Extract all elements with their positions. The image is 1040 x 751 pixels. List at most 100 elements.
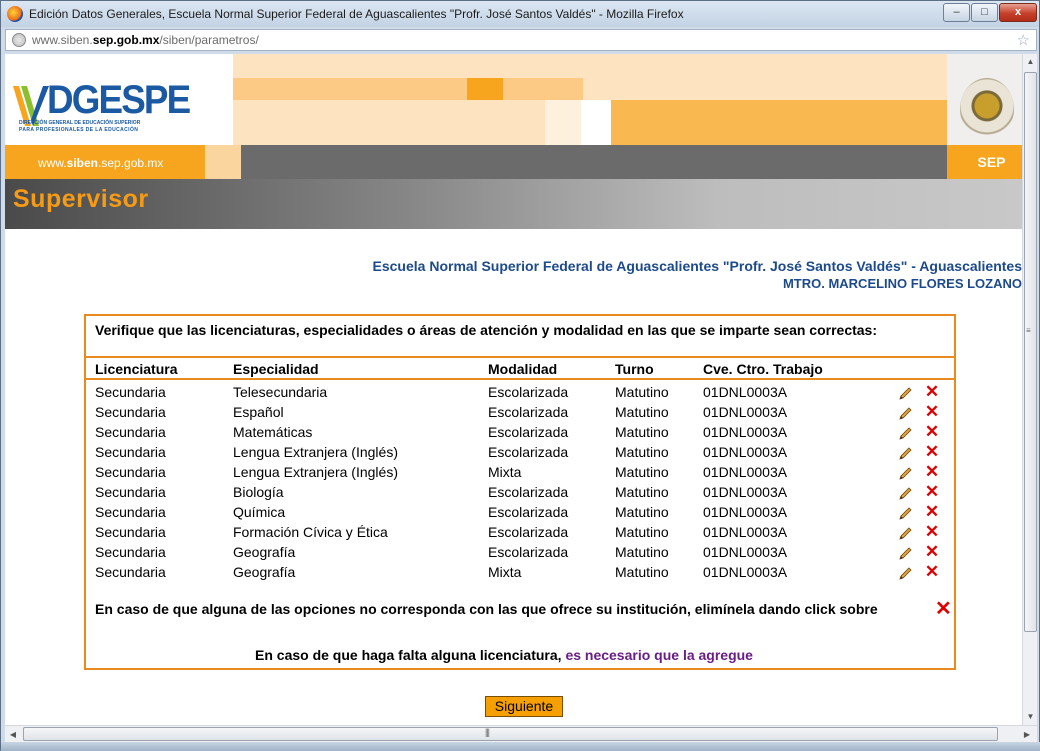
edit-pencil-icon[interactable]: [897, 426, 913, 442]
cell-especialidad: Lengua Extranjera (Inglés): [233, 444, 398, 460]
scroll-down-icon[interactable]: ▼: [1023, 709, 1038, 725]
cell-turno: Matutino: [615, 564, 669, 580]
scroll-up-icon[interactable]: ▲: [1023, 54, 1038, 70]
site-link-suffix: .sep.gob.mx: [98, 156, 164, 170]
cell-licenciatura: Secundaria: [95, 544, 166, 560]
cell-modalidad: Escolarizada: [488, 504, 569, 520]
section-title: Supervisor: [13, 185, 149, 213]
sep-label: SEP: [947, 145, 1022, 179]
delete-x-icon[interactable]: ✕: [924, 523, 940, 540]
cell-especialidad: Español: [233, 404, 284, 420]
cell-licenciatura: Secundaria: [95, 444, 166, 460]
horizontal-scroll-thumb[interactable]: [23, 727, 998, 741]
cell-turno: Matutino: [615, 444, 669, 460]
delete-note: En caso de que alguna de las opciones no…: [95, 601, 878, 617]
cell-cve: 01DNL0003A: [703, 404, 788, 420]
delete-x-icon[interactable]: ✕: [924, 443, 940, 460]
site-link-bold: siben: [66, 156, 99, 170]
cell-modalidad: Escolarizada: [488, 444, 569, 460]
minimize-button[interactable]: –: [943, 3, 970, 22]
window-title: Edición Datos Generales, Escuela Normal …: [29, 7, 684, 21]
delete-x-icon[interactable]: ✕: [924, 423, 940, 440]
column-header-modalidad: Modalidad: [488, 361, 558, 377]
delete-x-icon[interactable]: ✕: [924, 543, 940, 560]
logo-text: DGESPE: [47, 78, 191, 122]
cell-turno: Matutino: [615, 404, 669, 420]
add-program-link[interactable]: es necesario que la agregue: [565, 647, 753, 663]
cell-cve: 01DNL0003A: [703, 384, 788, 400]
edit-pencil-icon[interactable]: [897, 466, 913, 482]
next-button[interactable]: Siguiente: [485, 696, 563, 717]
cell-turno: Matutino: [615, 464, 669, 480]
add-note: En caso de que haga falta alguna licenci…: [255, 647, 753, 663]
banner-band: [233, 100, 545, 145]
cell-licenciatura: Secundaria: [95, 504, 166, 520]
edit-pencil-icon[interactable]: [897, 526, 913, 542]
table-row: Secundaria Química Escolarizada Matutino 01D…: [86, 503, 956, 524]
edit-pencil-icon[interactable]: [897, 486, 913, 502]
browser-window: Edición Datos Generales, Escuela Normal …: [0, 0, 1040, 751]
cell-cve: 01DNL0003A: [703, 484, 788, 500]
url-text[interactable]: www.siben.sep.gob.mx/siben/parametros/: [32, 33, 259, 47]
maximize-button[interactable]: □: [971, 3, 998, 22]
vertical-scrollbar[interactable]: ▲ ≡ ▼: [1022, 54, 1037, 725]
firefox-icon: [7, 6, 23, 22]
url-path: /siben/parametros/: [159, 33, 259, 47]
address-bar[interactable]: www.siben.sep.gob.mx/siben/parametros/ ☆: [5, 29, 1037, 51]
delete-x-icon[interactable]: ✕: [924, 503, 940, 520]
scroll-left-icon[interactable]: ◀: [5, 726, 21, 743]
cell-especialidad: Lengua Extranjera (Inglés): [233, 464, 398, 480]
director-name: MTRO. MARCELINO FLORES LOZANO: [782, 276, 1022, 291]
cell-turno: Matutino: [615, 544, 669, 560]
horizontal-scrollbar[interactable]: ◀ ||| ▶: [5, 725, 1037, 742]
cell-turno: Matutino: [615, 504, 669, 520]
add-note-prefix: En caso de que haga falta alguna licenci…: [255, 647, 566, 663]
header-banner: DGESPE DIRECCIÓN GENERAL DE EDUCACIÓN SU…: [5, 54, 1022, 145]
table-row: Secundaria Telesecundaria Escolarizada Matu…: [86, 383, 956, 404]
cell-modalidad: Mixta: [488, 464, 522, 480]
banner-band: [233, 78, 467, 100]
cell-especialidad: Biología: [233, 484, 284, 500]
title-bar: Edición Datos Generales, Escuela Normal …: [1, 1, 1039, 27]
edit-pencil-icon[interactable]: [897, 566, 913, 582]
delete-x-icon[interactable]: ✕: [924, 383, 940, 400]
edit-pencil-icon[interactable]: [897, 406, 913, 422]
vertical-scroll-thumb[interactable]: [1024, 72, 1037, 632]
school-name: Escuela Normal Superior Federal de Aguas…: [372, 258, 1022, 274]
site-link-prefix: www.: [38, 156, 67, 170]
banner-band: [545, 100, 581, 145]
delete-x-icon[interactable]: ✕: [924, 563, 940, 580]
cell-especialidad: Matemáticas: [233, 424, 313, 440]
cell-licenciatura: Secundaria: [95, 464, 166, 480]
scroll-right-icon[interactable]: ▶: [1019, 726, 1035, 743]
banner-band: [233, 54, 1022, 78]
bookmark-star-icon[interactable]: ☆: [1017, 31, 1030, 49]
banner-band: [503, 78, 583, 100]
instruction-text: Verifique que las licenciaturas, especia…: [95, 322, 877, 338]
edit-pencil-icon[interactable]: [897, 386, 913, 402]
cell-licenciatura: Secundaria: [95, 484, 166, 500]
table-row: Secundaria Lengua Extranjera (Inglés) Mixt…: [86, 463, 956, 484]
cell-licenciatura: Secundaria: [95, 424, 166, 440]
banner-band: [611, 100, 947, 145]
cell-modalidad: Escolarizada: [488, 404, 569, 420]
edit-pencil-icon[interactable]: [897, 546, 913, 562]
site-link[interactable]: www.siben.sep.gob.mx: [38, 156, 163, 170]
cell-turno: Matutino: [615, 484, 669, 500]
delete-x-icon[interactable]: ✕: [924, 483, 940, 500]
section-bar: [5, 179, 1022, 229]
column-header-turno: Turno: [615, 361, 654, 377]
column-header-cve: Cve. Ctro. Trabajo: [703, 361, 823, 377]
cell-cve: 01DNL0003A: [703, 504, 788, 520]
table-row: Secundaria Formación Cívica y Ética Escola…: [86, 523, 956, 544]
cell-modalidad: Escolarizada: [488, 424, 569, 440]
cell-especialidad: Química: [233, 504, 286, 520]
delete-x-icon[interactable]: ✕: [924, 463, 940, 480]
cell-especialidad: Geografía: [233, 564, 296, 580]
edit-pencil-icon[interactable]: [897, 506, 913, 522]
delete-x-icon[interactable]: ✕: [924, 403, 940, 420]
close-button[interactable]: x: [999, 3, 1037, 22]
edit-pencil-icon[interactable]: [897, 446, 913, 462]
cell-turno: Matutino: [615, 384, 669, 400]
cell-especialidad: Telesecundaria: [233, 384, 328, 400]
